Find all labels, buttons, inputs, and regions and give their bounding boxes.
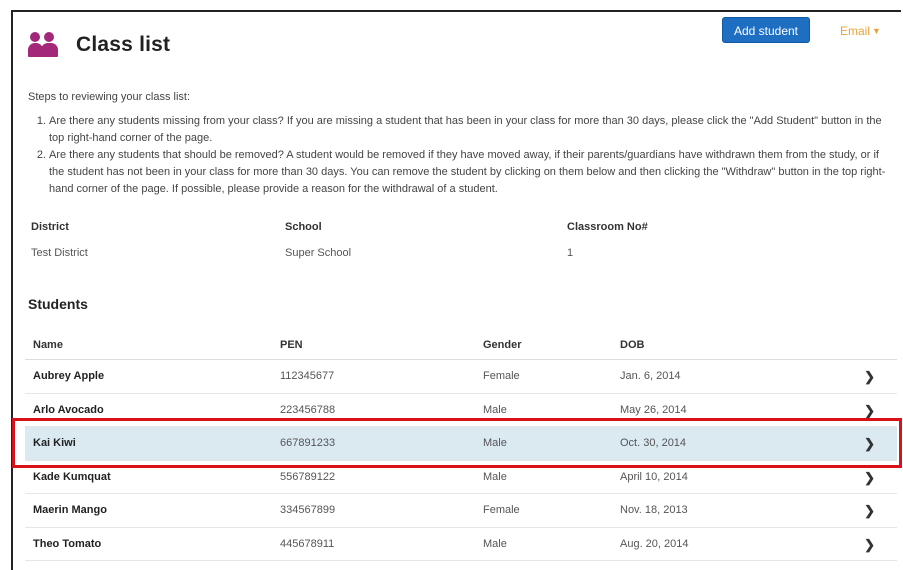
table-header: Name PEN Gender DOB: [25, 330, 897, 360]
instructions-list: 1. Are there any students missing from y…: [28, 113, 893, 198]
students-heading: Students: [28, 296, 88, 312]
column-header-name[interactable]: Name: [33, 339, 63, 351]
student-dob: Oct. 30, 2014: [620, 437, 687, 449]
student-name: Kade Kumquat: [33, 470, 111, 483]
classroom-value: 1: [567, 247, 574, 259]
student-gender: Male: [483, 403, 507, 416]
instruction-number: 2.: [36, 149, 46, 161]
email-label: Email: [840, 24, 871, 38]
student-dob: April 10, 2014: [620, 470, 688, 483]
student-gender: Female: [483, 504, 520, 516]
people-icon: [28, 32, 68, 58]
student-gender: Male: [483, 537, 507, 550]
page-title: Class list: [76, 33, 171, 56]
table-row[interactable]: Maerin Mango 334567899 Female Nov. 18, 2…: [25, 494, 897, 528]
student-name: Arlo Avocado: [33, 403, 104, 416]
student-pen: 112345677: [280, 370, 335, 382]
student-dob: Aug. 20, 2014: [620, 537, 689, 550]
student-gender: Male: [483, 470, 507, 483]
instruction-item: 1. Are there any students missing from y…: [28, 113, 893, 147]
column-header-gender[interactable]: Gender: [483, 339, 522, 351]
chevron-right-icon[interactable]: ❯: [864, 503, 875, 519]
instruction-text: Are there any students missing from your…: [49, 115, 882, 144]
student-gender: Male: [483, 437, 507, 449]
caret-down-icon: ▼: [872, 26, 881, 36]
column-header-dob[interactable]: DOB: [620, 339, 644, 351]
chevron-right-icon[interactable]: ❯: [864, 537, 875, 553]
student-name: Theo Tomato: [33, 537, 102, 550]
table-row-selected[interactable]: Kai Kiwi 667891233 Male Oct. 30, 2014 ❯: [25, 427, 897, 461]
chevron-right-icon[interactable]: ❯: [864, 369, 875, 385]
instruction-number: 1.: [36, 115, 46, 127]
district-label: District: [31, 221, 69, 233]
student-pen: 334567899: [280, 504, 336, 516]
school-value: Super School: [285, 247, 352, 259]
student-pen: 445678911: [280, 537, 335, 550]
table-row[interactable]: Aubrey Apple 112345677 Female Jan. 6, 20…: [25, 360, 897, 394]
chevron-right-icon[interactable]: ❯: [864, 436, 875, 452]
add-student-button[interactable]: Add student: [722, 17, 810, 43]
school-label: School: [285, 221, 322, 233]
student-name: Maerin Mango: [33, 504, 107, 516]
classroom-label: Classroom No#: [567, 221, 648, 233]
student-dob: Nov. 18, 2013: [620, 504, 688, 516]
student-name: Kai Kiwi: [33, 437, 76, 449]
instruction-item: 2. Are there any students that should be…: [28, 147, 893, 198]
student-dob: Jan. 6, 2014: [620, 370, 681, 382]
district-value: Test District: [31, 247, 88, 259]
page-header: Class list: [28, 28, 170, 62]
email-dropdown[interactable]: Email ▼: [840, 24, 881, 38]
table-row[interactable]: Arlo Avocado 223456788 Male May 26, 2014…: [25, 394, 897, 427]
student-dob: May 26, 2014: [620, 403, 687, 416]
student-pen: 556789122: [280, 470, 336, 483]
students-table: Name PEN Gender DOB Aubrey Apple 1123456…: [25, 330, 897, 561]
column-header-pen[interactable]: PEN: [280, 339, 303, 351]
student-gender: Female: [483, 370, 520, 382]
chevron-right-icon[interactable]: ❯: [864, 403, 875, 419]
instruction-text: Are there any students that should be re…: [49, 149, 886, 195]
student-pen: 223456788: [280, 403, 336, 416]
table-row[interactable]: Kade Kumquat 556789122 Male April 10, 20…: [25, 461, 897, 494]
student-pen: 667891233: [280, 437, 336, 449]
student-name: Aubrey Apple: [33, 370, 105, 382]
table-row[interactable]: Theo Tomato 445678911 Male Aug. 20, 2014…: [25, 528, 897, 561]
instructions-title: Steps to reviewing your class list:: [28, 91, 191, 103]
chevron-right-icon[interactable]: ❯: [864, 470, 875, 486]
